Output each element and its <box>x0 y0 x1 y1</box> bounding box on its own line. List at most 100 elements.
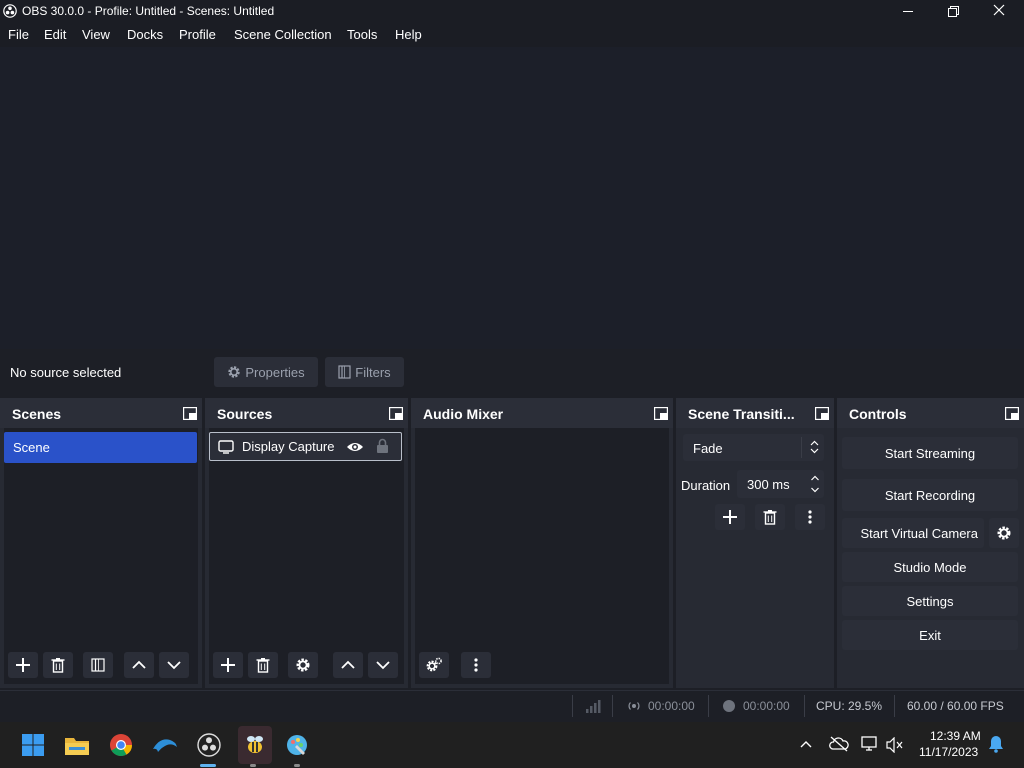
properties-button[interactable]: Properties <box>214 357 318 387</box>
filters-button[interactable]: Filters <box>325 357 404 387</box>
controls-dock: Controls Start Streaming Start Recording… <box>837 398 1024 688</box>
menu-view[interactable]: View <box>82 27 110 42</box>
audio-mixer-dock: Audio Mixer <box>411 398 673 688</box>
add-transition-button[interactable] <box>715 504 745 530</box>
undock-icon[interactable] <box>389 407 403 420</box>
cpu-usage: CPU: 29.5% <box>816 699 883 713</box>
move-scene-up-button[interactable] <box>124 652 154 678</box>
scenes-dock: Scenes Scene <box>0 398 202 688</box>
spin-arrows-icon <box>811 475 819 493</box>
trash-icon <box>51 658 65 673</box>
preview-canvas[interactable] <box>0 47 1024 349</box>
menu-help[interactable]: Help <box>395 27 422 42</box>
menu-tools[interactable]: Tools <box>347 27 377 42</box>
add-source-button[interactable] <box>213 652 243 678</box>
taskbar-clock-date[interactable]: 11/17/2023 <box>919 745 978 759</box>
status-bar: 00:00:00 00:00:00 CPU: 29.5% 60.00 / 60.… <box>0 690 1024 721</box>
move-source-up-button[interactable] <box>333 652 363 678</box>
controls-title: Controls <box>849 406 907 422</box>
remove-source-button[interactable] <box>248 652 278 678</box>
plus-icon <box>221 658 235 672</box>
maximize-button[interactable] <box>930 0 976 23</box>
start-button[interactable] <box>18 730 48 760</box>
eye-icon[interactable] <box>346 440 364 454</box>
paint-app-taskbar-button[interactable] <box>282 730 312 760</box>
scenes-dock-header: Scenes <box>0 398 202 428</box>
filter-icon <box>91 658 105 672</box>
record-time: 00:00:00 <box>743 699 790 713</box>
audio-mixer-title: Audio Mixer <box>423 406 504 422</box>
scene-transitions-dock: Scene Transiti... Fade Duration 300 ms <box>676 398 834 688</box>
scene-transitions-dock-header: Scene Transiti... <box>676 398 834 428</box>
menu-profile[interactable]: Profile <box>179 27 216 42</box>
taskbar-clock-time[interactable]: 12:39 AM <box>930 729 981 743</box>
menu-docks[interactable]: Docks <box>127 27 163 42</box>
plus-icon <box>16 658 30 672</box>
duration-spinbox[interactable]: 300 ms <box>737 470 824 498</box>
network-icon[interactable] <box>861 736 879 752</box>
start-virtual-camera-button[interactable]: Start Virtual Camera <box>842 518 984 548</box>
menu-file[interactable]: File <box>8 27 29 42</box>
audio-mixer-dock-header: Audio Mixer <box>411 398 673 428</box>
advanced-audio-properties-button[interactable] <box>419 652 449 678</box>
chrome-taskbar-button[interactable] <box>106 730 136 760</box>
virtual-camera-settings-button[interactable] <box>989 518 1019 548</box>
undock-icon[interactable] <box>1005 407 1019 420</box>
lock-icon[interactable] <box>376 438 389 454</box>
undock-icon[interactable] <box>654 407 668 420</box>
undock-icon[interactable] <box>815 407 829 420</box>
transition-select[interactable]: Fade <box>683 434 824 461</box>
obs-icon <box>197 733 221 757</box>
gear-icon <box>296 658 310 672</box>
restore-icon <box>948 6 959 17</box>
chevron-up-icon[interactable] <box>799 739 813 749</box>
bee-app-taskbar-button[interactable] <box>238 726 272 764</box>
window-title: OBS 30.0.0 - Profile: Untitled - Scenes:… <box>22 4 275 18</box>
sources-list: Display Capture <box>209 428 404 684</box>
context-bar: No source selected Properties Filters <box>0 349 1024 397</box>
move-scene-down-button[interactable] <box>159 652 189 678</box>
scene-transitions-body: Fade Duration 300 ms <box>680 428 830 684</box>
source-properties-button[interactable] <box>288 652 318 678</box>
recording-icon <box>723 700 735 712</box>
exit-button[interactable]: Exit <box>842 620 1018 650</box>
audio-mixer-menu-button[interactable] <box>461 652 491 678</box>
gear-icon <box>228 366 241 378</box>
close-button[interactable] <box>976 0 1022 23</box>
remove-transition-button[interactable] <box>755 504 785 530</box>
fps-readout: 60.00 / 60.00 FPS <box>907 699 1004 713</box>
menu-scene-collection[interactable]: Scene Collection <box>234 27 332 42</box>
app-taskbar-button[interactable] <box>150 730 180 760</box>
minimize-icon <box>903 11 913 12</box>
filter-icon <box>338 365 351 379</box>
scenes-title: Scenes <box>12 406 62 422</box>
windows-logo-icon <box>22 734 44 756</box>
transition-properties-button[interactable] <box>795 504 825 530</box>
menu-edit[interactable]: Edit <box>44 27 66 42</box>
streaming-icon <box>628 702 640 710</box>
folder-icon <box>65 738 89 755</box>
move-source-down-button[interactable] <box>368 652 398 678</box>
network-strength-icon <box>586 700 601 713</box>
source-list-item[interactable]: Display Capture <box>209 432 402 461</box>
file-explorer-taskbar-button[interactable] <box>62 730 92 760</box>
monitor-icon <box>218 440 234 454</box>
controls-dock-header: Controls <box>837 398 1024 428</box>
start-streaming-button[interactable]: Start Streaming <box>842 437 1018 469</box>
scene-filters-button[interactable] <box>83 652 113 678</box>
studio-mode-button[interactable]: Studio Mode <box>842 552 1018 582</box>
remove-scene-button[interactable] <box>43 652 73 678</box>
scene-list-item[interactable]: Scene <box>4 432 197 463</box>
title-bar: OBS 30.0.0 - Profile: Untitled - Scenes:… <box>0 0 1024 23</box>
onedrive-offline-icon[interactable] <box>829 735 849 753</box>
notification-bell-icon[interactable] <box>988 735 1004 753</box>
minimize-button[interactable] <box>885 0 931 23</box>
duration-label: Duration <box>681 478 731 493</box>
volume-muted-icon[interactable] <box>886 737 904 753</box>
bee-icon <box>247 736 263 753</box>
obs-taskbar-button[interactable] <box>194 730 224 760</box>
start-recording-button[interactable]: Start Recording <box>842 479 1018 511</box>
undock-icon[interactable] <box>183 407 197 420</box>
settings-button[interactable]: Settings <box>842 586 1018 616</box>
add-scene-button[interactable] <box>8 652 38 678</box>
